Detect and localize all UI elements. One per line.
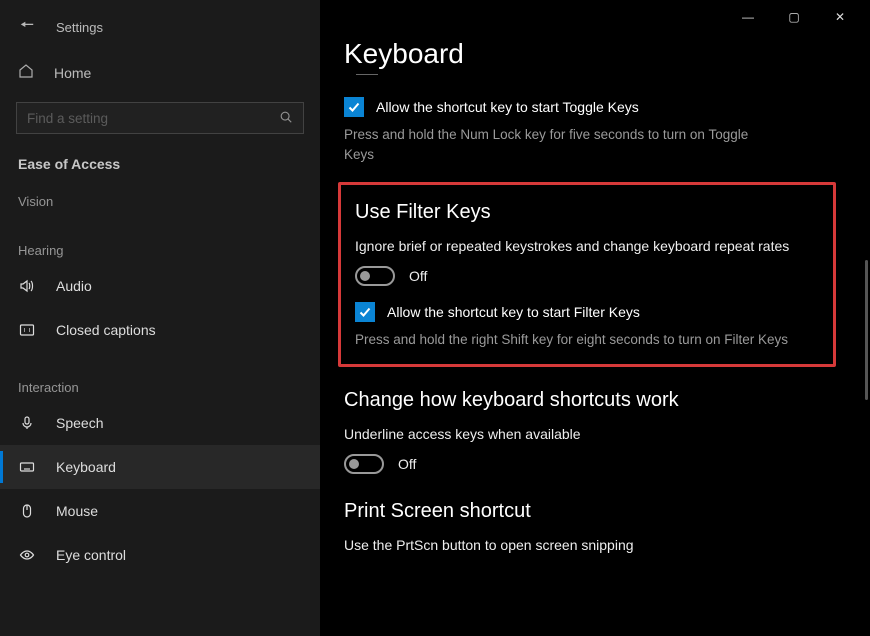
filter-keys-desc: Ignore brief or repeated keystrokes and … [355,238,819,254]
filter-keys-help: Press and hold the right Shift key for e… [355,330,819,350]
filter-keys-toggle[interactable] [355,266,395,286]
filter-keys-checkbox[interactable] [355,302,375,322]
scrollbar[interactable] [865,260,868,400]
sidebar-item-label: Closed captions [56,322,156,338]
sidebar-active-group: Ease of Access [0,152,320,184]
toggle-keys-help: Press and hold the Num Lock key for five… [344,125,774,164]
sidebar-group-interaction: Interaction [0,370,320,401]
home-icon [18,63,34,82]
sidebar-item-keyboard[interactable]: Keyboard [0,445,320,489]
sidebar-item-audio[interactable]: Audio [0,264,320,308]
shortcuts-heading: Change how keyboard shortcuts work [344,389,842,412]
filter-keys-heading: Use Filter Keys [355,201,819,224]
eye-icon [18,547,36,563]
sidebar-item-label: Keyboard [56,459,116,475]
window-title: Settings [56,20,103,35]
toggle-keys-checkbox[interactable] [344,97,364,117]
sidebar-item-speech[interactable]: Speech [0,401,320,445]
mic-icon [18,415,36,431]
toggle-keys-label: Allow the shortcut key to start Toggle K… [376,99,639,115]
volume-icon [18,278,36,294]
sidebar-item-cc[interactable]: Closed captions [0,308,320,352]
printscreen-heading: Print Screen shortcut [344,500,842,523]
shortcuts-desc: Underline access keys when available [344,426,842,442]
filter-keys-checkbox-label: Allow the shortcut key to start Filter K… [387,304,640,320]
sidebar-group-vision: Vision [0,184,320,215]
search-input[interactable] [16,102,304,134]
underline-toggle-state: Off [398,456,416,472]
back-button[interactable]: 🠔 [20,14,34,41]
sidebar-item-label: Audio [56,278,92,294]
sidebar-group-hearing: Hearing [0,233,320,264]
nav-home-label: Home [54,65,91,81]
underline-toggle[interactable] [344,454,384,474]
highlight-annotation: Use Filter Keys Ignore brief or repeated… [338,182,836,367]
sidebar-item-label: Mouse [56,503,98,519]
keyboard-icon [18,459,36,475]
sidebar-item-label: Eye control [56,547,126,563]
search-field[interactable] [27,111,279,126]
sidebar-item-label: Speech [56,415,103,431]
sidebar-item-eye[interactable]: Eye control [0,533,320,577]
title-underline [356,74,378,75]
captions-icon [18,322,36,338]
page-title: Keyboard [344,38,842,70]
filter-keys-toggle-state: Off [409,268,427,284]
printscreen-desc: Use the PrtScn button to open screen sni… [344,537,842,553]
sidebar-item-mouse[interactable]: Mouse [0,489,320,533]
nav-home[interactable]: Home [0,51,320,94]
search-icon [279,110,293,127]
mouse-icon [18,503,36,519]
